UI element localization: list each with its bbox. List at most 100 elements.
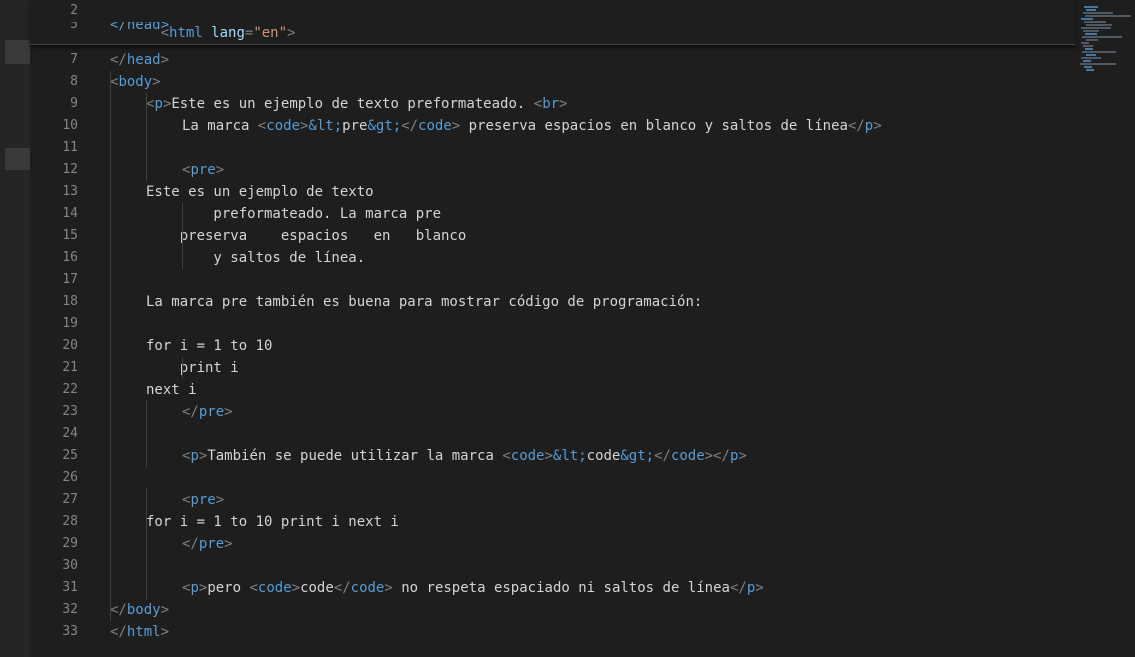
line-number: 14 (62, 206, 78, 221)
code-line-14[interactable]: preformateado. La marca pre (146, 203, 441, 225)
minimap-line (1081, 42, 1089, 44)
text-token: Este es un ejemplo de texto (146, 184, 374, 200)
line-number: 26 (62, 470, 78, 485)
tag-token: code (670, 448, 705, 464)
code-line-25[interactable]: <p>También se puede utilizar la marca <c… (182, 445, 747, 467)
code-line-16[interactable]: y saltos de línea. (146, 247, 365, 269)
indent-guide (182, 357, 183, 379)
code-line-15[interactable]: preserva espacios en blanco (146, 225, 467, 247)
text-token: for i = 1 to 10 (146, 338, 273, 354)
code-line-21[interactable]: print i (146, 357, 239, 379)
minimap-line (1082, 51, 1116, 53)
bracket-token: < (502, 448, 511, 464)
code-line-9[interactable]: < p > Este es un ejemplo de texto preformat… (146, 93, 567, 115)
code-line-12[interactable]: <pre> (182, 159, 224, 181)
line-number: 9 (70, 96, 78, 111)
minimap-line (1083, 45, 1093, 47)
bracket-token: </ (333, 580, 351, 596)
code-line-20[interactable]: for i = 1 to 10 (146, 335, 272, 357)
indent-guide (110, 71, 111, 621)
tag-name: html (169, 25, 203, 41)
line-number: 15 (62, 228, 78, 243)
bracket-token: > (738, 448, 747, 464)
line-number: 5 (70, 22, 78, 32)
code-line-27[interactable]: <pre> (182, 489, 224, 511)
activity-strip (0, 0, 30, 657)
code-line-32[interactable]: </body> (110, 599, 169, 621)
tag-token: pre (198, 536, 225, 552)
sticky-line-html[interactable]: <html lang="en"> (110, 0, 296, 41)
bracket: > (287, 25, 296, 41)
code-line-10[interactable]: La marca <code>&lt;pre&gt;</code> preser… (182, 115, 882, 137)
text-token: preformateado. La marca pre (146, 206, 442, 222)
bracket-token: > (451, 118, 461, 134)
tag-token: pre (190, 162, 216, 178)
minimap-line (1084, 66, 1092, 68)
bracket-token: > (160, 602, 170, 618)
text-token: for i = 1 to 10 print i next i (146, 514, 399, 530)
tag-token: br (542, 96, 560, 112)
tag-token: body (118, 74, 153, 90)
bracket-token: > (384, 580, 393, 596)
bracket-token: > (291, 580, 301, 596)
line-number: 17 (62, 272, 78, 287)
line-number: 30 (62, 558, 78, 573)
code-line-31[interactable]: <p>pero <code>code</code> no respeta esp… (182, 577, 764, 599)
tag-token: p (864, 118, 874, 134)
bracket-token: </ (401, 118, 419, 134)
tag-token: code (510, 448, 545, 464)
text-token: preserva espacios en blanco (146, 228, 467, 244)
text-token: pero (207, 580, 250, 596)
bracket-token: > (160, 624, 170, 640)
minimap-line (1081, 57, 1101, 59)
code-line-22[interactable]: next i (146, 379, 197, 401)
vertical-scrollbar[interactable] (1126, 0, 1135, 657)
bracket-token: > (215, 492, 225, 508)
code-line-8[interactable]: <body> (110, 71, 161, 93)
bracket-token: </ (110, 602, 127, 618)
minimap-line (1086, 39, 1098, 41)
tag-token: code (418, 118, 452, 134)
minimap-line (1086, 69, 1094, 71)
tag-token: code (266, 118, 301, 134)
minimap-line (1085, 33, 1097, 35)
line-number: 2 (70, 3, 78, 18)
minimap-line (1086, 54, 1096, 56)
code-line-33[interactable]: </html> (110, 621, 169, 643)
bracket-token: > (224, 404, 233, 420)
tag-token: html (126, 624, 161, 640)
minimap-line (1086, 24, 1112, 26)
bracket-token: > (704, 448, 714, 464)
minimap-line (1084, 6, 1098, 8)
bracket-token: </ (182, 404, 199, 420)
code-line-28[interactable]: for i = 1 to 10 print i next i (146, 511, 399, 533)
bracket-token: </ (729, 580, 747, 596)
line-number: 12 (62, 162, 78, 177)
minimap-line (1085, 48, 1093, 50)
minimap-line (1083, 30, 1099, 32)
indent-guide (146, 159, 147, 181)
code-editor[interactable]: 2 <html lang="en"> 5 </head> 7 </head> 8 <b… (0, 0, 1135, 657)
code-line-23[interactable]: </pre> (182, 401, 233, 423)
bracket-token: </ (110, 624, 127, 640)
indent-guide (146, 93, 147, 159)
attribute-value: "en" (253, 25, 288, 41)
bracket-token: > (755, 580, 764, 596)
bracket-token: </ (654, 448, 671, 464)
sticky-scroll-header[interactable]: 2 <html lang="en"> 5 </head> (30, 0, 1075, 45)
code-line-7[interactable]: </head> (110, 49, 169, 71)
tag-token: pre (190, 492, 216, 508)
text-token: next i (146, 382, 197, 398)
minimap-line (1083, 12, 1113, 14)
line-number: 23 (62, 404, 78, 419)
bracket-token: > (152, 74, 161, 90)
tag-token: body (126, 602, 161, 618)
attribute-name: lang (211, 25, 245, 41)
text-token: La marca (182, 118, 258, 134)
minimap-line (1086, 9, 1096, 11)
code-line-18[interactable]: La marca pre también es buena para mostr… (146, 291, 702, 313)
code-line-29[interactable]: </pre> (182, 533, 233, 555)
line-number: 10 (62, 118, 78, 133)
strip-marker (5, 148, 30, 170)
code-line-13[interactable]: Este es un ejemplo de texto (146, 181, 374, 203)
